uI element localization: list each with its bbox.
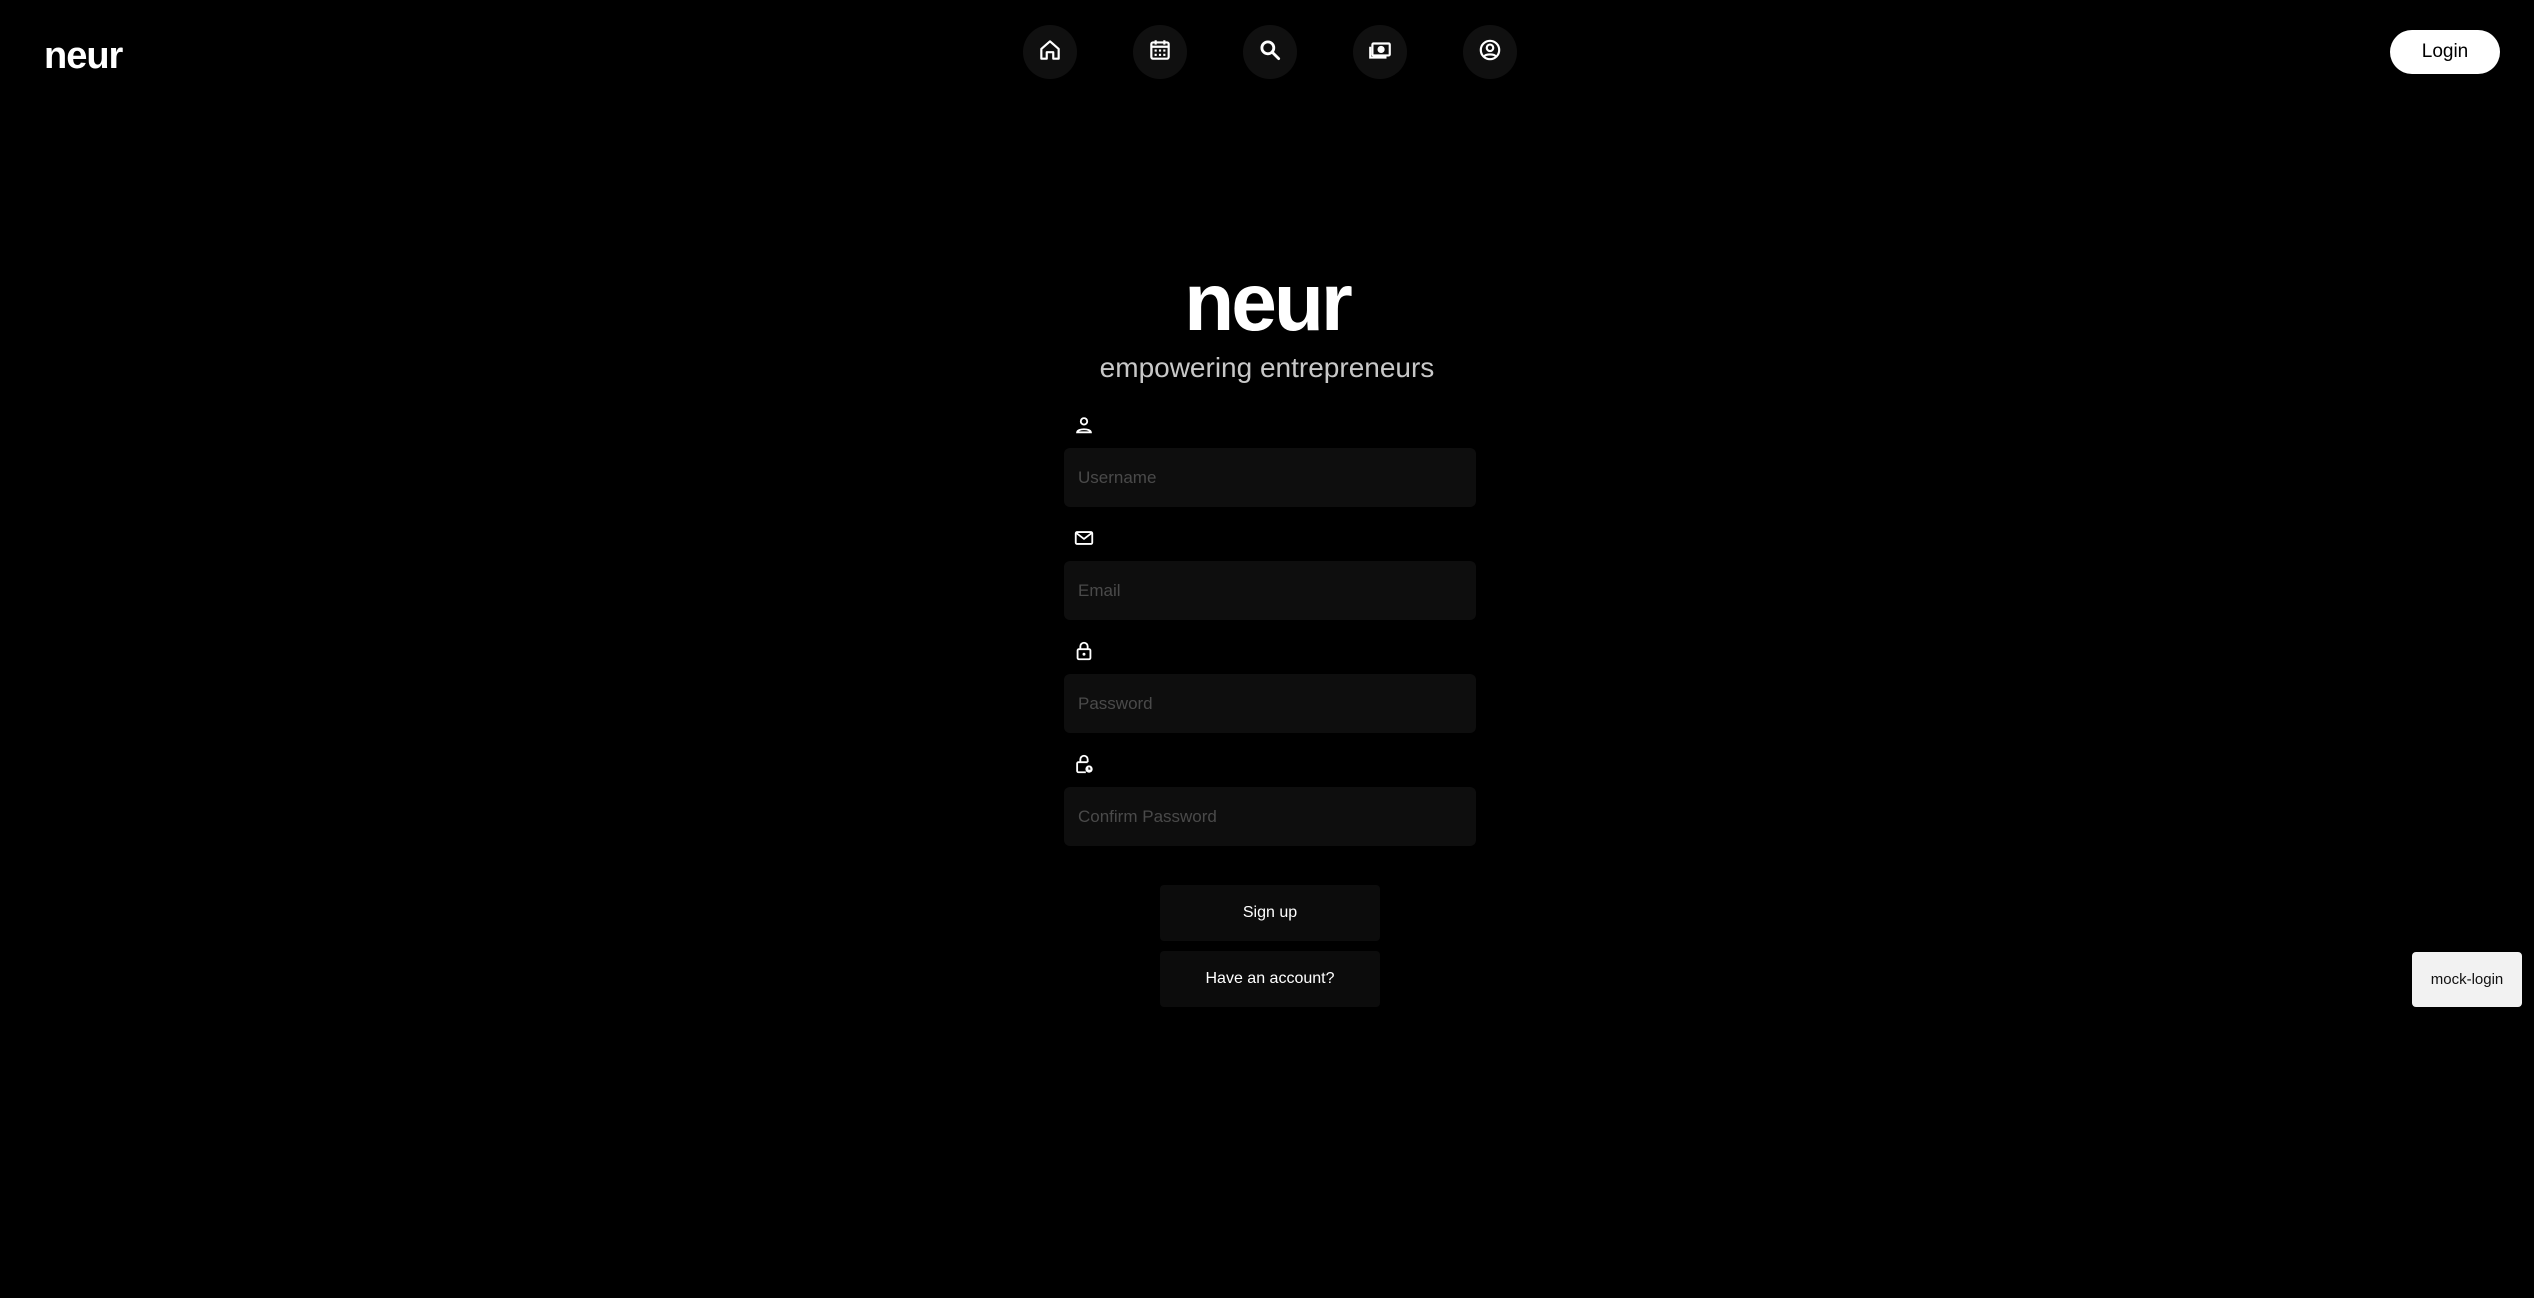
calendar-icon: [1147, 37, 1173, 68]
search-icon: [1257, 37, 1283, 68]
email-input[interactable]: [1064, 561, 1476, 620]
password-field-group: [1064, 636, 1476, 749]
login-button[interactable]: Login: [2390, 30, 2500, 74]
money-icon: [1367, 37, 1393, 68]
nav-account-button[interactable]: [1463, 25, 1517, 79]
password-input[interactable]: [1064, 674, 1476, 733]
brand-logo[interactable]: neur: [44, 30, 123, 82]
email-field-group: [1064, 523, 1476, 636]
account-icon: [1477, 37, 1503, 68]
hero-tagline: empowering entrepreneurs: [1099, 352, 1435, 383]
lock-clock-icon: [1072, 749, 1096, 779]
main-nav: [1023, 25, 1517, 79]
mock-login-button[interactable]: mock-login: [2412, 952, 2522, 1007]
have-account-button[interactable]: Have an account?: [1160, 951, 1380, 1007]
mail-icon: [1072, 523, 1096, 553]
nav-home-button[interactable]: [1023, 25, 1077, 79]
username-field-group: [1064, 410, 1476, 523]
person-icon: [1072, 410, 1096, 440]
confirm-password-input[interactable]: [1064, 787, 1476, 846]
confirm-password-field-group: [1064, 749, 1476, 862]
username-input[interactable]: [1064, 448, 1476, 507]
home-icon: [1037, 37, 1063, 68]
hero-logo: neur: [1184, 257, 1353, 348]
nav-calendar-button[interactable]: [1133, 25, 1187, 79]
lock-icon: [1072, 636, 1096, 666]
signup-button[interactable]: Sign up: [1160, 885, 1380, 941]
nav-search-button[interactable]: [1243, 25, 1297, 79]
signup-form: [1064, 410, 1476, 862]
page: neur Login neur empowering entrepreneurs…: [0, 0, 2534, 1298]
nav-money-button[interactable]: [1353, 25, 1407, 79]
